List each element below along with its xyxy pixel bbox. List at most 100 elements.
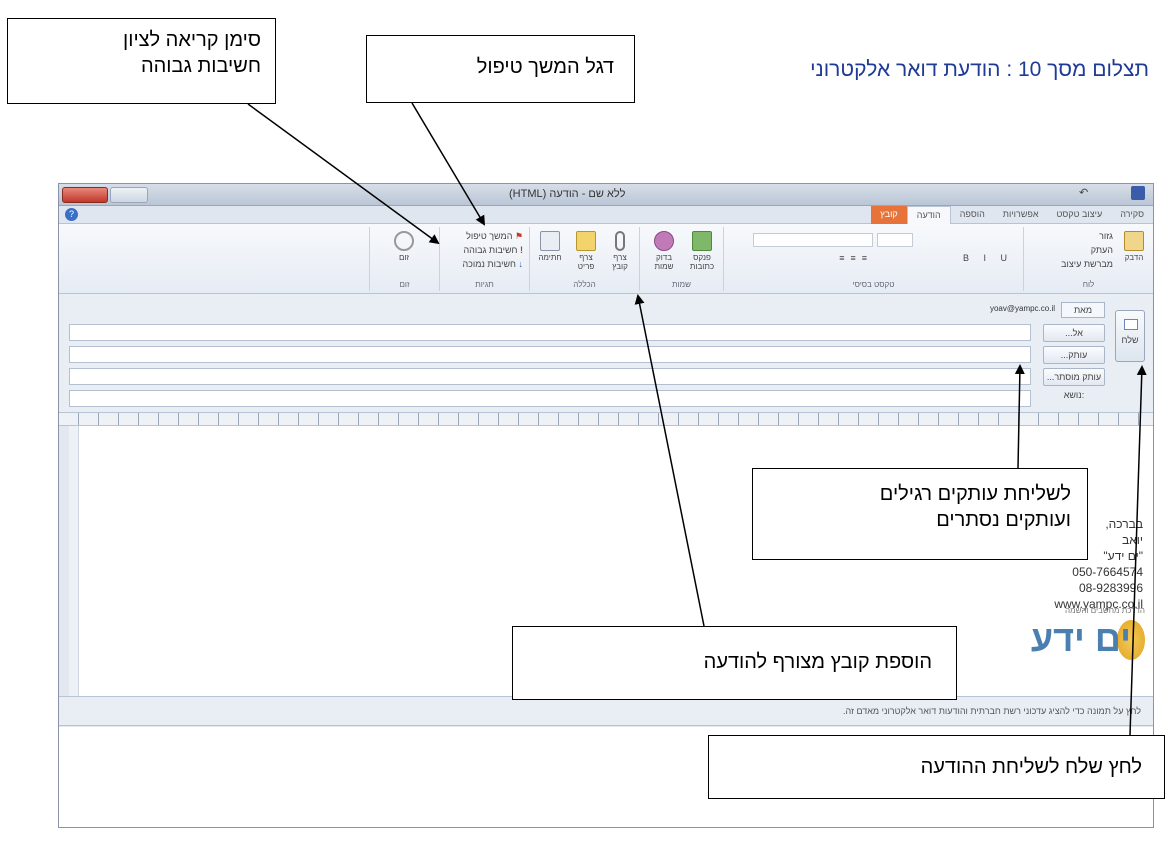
zoom-group: זום זום [369, 227, 439, 291]
message-header: שלח מאת yoav@yampc.co.il אל... עותק... ע… [59, 294, 1153, 412]
tab-options[interactable]: אפשרויות [994, 206, 1048, 224]
clipboard-group: הדבק גזור העתק מברשת עיצוב לוח [1023, 227, 1153, 291]
vertical-scrollbar[interactable] [69, 426, 79, 696]
callout-line: ועותקים נסתרים [936, 509, 1071, 531]
check-names-label: בדוק שמות [654, 253, 674, 271]
bcc-field[interactable] [69, 368, 1031, 385]
logo-subtitle: הדרכת מחשבים והשמה [1065, 606, 1145, 615]
tab-review[interactable]: סקירה [1111, 206, 1153, 224]
subject-label: נושא: [1063, 390, 1085, 400]
magnifier-icon [394, 231, 414, 251]
callout-high-importance: סימן קריאה לציון חשיבות גבוהה [7, 18, 276, 104]
people-pane-text: לחץ על תמונה כדי להציג עדכוני רשת חברתית… [843, 706, 1141, 716]
ribbon: הדבק גזור העתק מברשת עיצוב לוח B I U ≡≡≡… [59, 224, 1153, 294]
close-button[interactable] [62, 187, 108, 203]
group-label: זום [399, 280, 410, 289]
callout-line: חשיבות גבוהה [140, 55, 261, 77]
callout-line: לשליחת עותקים רגילים [879, 483, 1071, 505]
zoom-btn-label: זום [398, 253, 410, 262]
to-button[interactable]: אל... [1043, 324, 1105, 342]
window-controls [62, 187, 150, 203]
tab-insert[interactable]: הוספה [951, 206, 994, 224]
company-logo: הדרכת מחשבים והשמה ים ידע [1005, 606, 1145, 666]
tags-group: ⚑ המשך טיפול ! חשיבות גבוהה ↓ חשיבות נמו… [439, 227, 529, 291]
undo-icon[interactable]: ↶ [1079, 186, 1093, 200]
envelope-icon [1124, 319, 1138, 330]
callout-follow-up-flag: דגל המשך טיפול [366, 35, 635, 103]
signature-line: 08-9283996 [1078, 581, 1143, 595]
high-importance-button[interactable]: ! חשיבות גבוהה [463, 245, 523, 255]
check-names-icon [654, 231, 674, 251]
paperclip-icon [615, 231, 625, 251]
address-book-button[interactable]: פנקס כתובות [687, 231, 717, 271]
attach-file-label: צרף קובץ [612, 253, 628, 271]
from-button[interactable]: מאת [1061, 302, 1105, 318]
quick-access-toolbar: ↶ [1079, 186, 1149, 202]
font-size-box[interactable] [877, 233, 913, 247]
high-importance-label: חשיבות גבוהה [463, 245, 518, 255]
follow-up-label: המשך טיפול [466, 231, 513, 241]
save-icon[interactable] [1131, 186, 1145, 200]
exclamation-icon: ! [520, 245, 523, 255]
subject-field[interactable] [69, 390, 1031, 407]
tab-file[interactable]: קובץ [871, 206, 907, 224]
align-icons[interactable]: ≡≡≡ [839, 253, 873, 263]
ribbon-tab-row: ? קובץ הודעה הוספה אפשרויות עיצוב טקסט ס… [59, 206, 1153, 224]
people-pane-bar[interactable]: לחץ על תמונה כדי להציג עדכוני רשת חברתית… [59, 696, 1153, 726]
address-book-label: פנקס כתובות [689, 253, 715, 271]
paste-label: הדבק [1124, 253, 1144, 262]
signature-button[interactable]: חתימה [535, 231, 565, 262]
callout-line: דגל המשך טיפול [476, 56, 614, 78]
bcc-button[interactable]: עותק מוסתר... [1043, 368, 1105, 386]
to-field[interactable] [69, 324, 1031, 341]
send-button[interactable]: שלח [1115, 310, 1145, 362]
horizontal-ruler [59, 412, 1153, 426]
copy-button[interactable]: העתק [1091, 245, 1113, 255]
paste-icon [1124, 231, 1144, 251]
paste-button[interactable]: הדבק [1119, 231, 1149, 262]
attach-item-button[interactable]: צרף פריט [571, 231, 601, 271]
attach-file-button[interactable]: צרף קובץ [605, 231, 635, 271]
callout-attach-file: הוספת קובץ מצורף להודעה [512, 626, 957, 700]
cc-field[interactable] [69, 346, 1031, 363]
group-label: הכללה [573, 280, 596, 289]
send-label: שלח [1121, 335, 1139, 345]
group-label: טקסט בסיסי [852, 280, 895, 289]
low-importance-button[interactable]: ↓ חשיבות נמוכה [462, 259, 523, 269]
low-importance-label: חשיבות נמוכה [462, 259, 516, 269]
screenshot-caption: תצלום מסך 10 : הודעת דואר אלקטרוני [810, 58, 1149, 81]
minimize-maximize-buttons[interactable] [110, 187, 148, 203]
cut-button[interactable]: גזור [1099, 231, 1113, 241]
group-label: לוח [1082, 280, 1095, 289]
font-name-box[interactable] [753, 233, 873, 247]
format-painter-button[interactable]: מברשת עיצוב [1061, 259, 1113, 269]
callout-line: סימן קריאה לציון [123, 29, 261, 51]
zoom-button[interactable]: זום [389, 231, 419, 262]
flag-icon: ⚑ [514, 231, 523, 241]
callout-line: הוספת קובץ מצורף להודעה [703, 651, 932, 673]
down-arrow-icon: ↓ [518, 259, 524, 269]
names-group: פנקס כתובות בדוק שמות שמות [639, 227, 723, 291]
title-bar: ללא שם - הודעה (HTML) ↶ [59, 184, 1153, 206]
ribbon-tabs: קובץ הודעה הוספה אפשרויות עיצוב טקסט סקי… [871, 206, 1153, 224]
group-label: תגיות [475, 280, 494, 289]
group-label: שמות [672, 280, 691, 289]
signature-icon [540, 231, 560, 251]
signature-label: חתימה [538, 253, 562, 262]
callout-line: לחץ שלח לשליחת ההודעה [920, 756, 1142, 778]
envelope-icon [576, 231, 596, 251]
help-icon[interactable]: ? [65, 208, 78, 221]
callout-send: לחץ שלח לשליחת ההודעה [708, 735, 1165, 799]
window-title: ללא שם - הודעה (HTML) [509, 188, 626, 200]
bold-italic-underline-icons[interactable]: B I U [963, 253, 1013, 263]
from-address: yoav@yampc.co.il [989, 304, 1055, 313]
address-book-icon [692, 231, 712, 251]
check-names-button[interactable]: בדוק שמות [649, 231, 679, 271]
tab-format-text[interactable]: עיצוב טקסט [1048, 206, 1112, 224]
include-group: צרף קובץ צרף פריט חתימה הכללה [529, 227, 639, 291]
follow-up-flag-button[interactable]: ⚑ המשך טיפול [466, 231, 523, 242]
cc-button[interactable]: עותק... [1043, 346, 1105, 364]
basic-text-group: B I U ≡≡≡ טקסט בסיסי [723, 227, 1023, 291]
callout-cc-bcc: לשליחת עותקים רגילים ועותקים נסתרים [752, 468, 1088, 560]
tab-message[interactable]: הודעה [906, 206, 951, 224]
